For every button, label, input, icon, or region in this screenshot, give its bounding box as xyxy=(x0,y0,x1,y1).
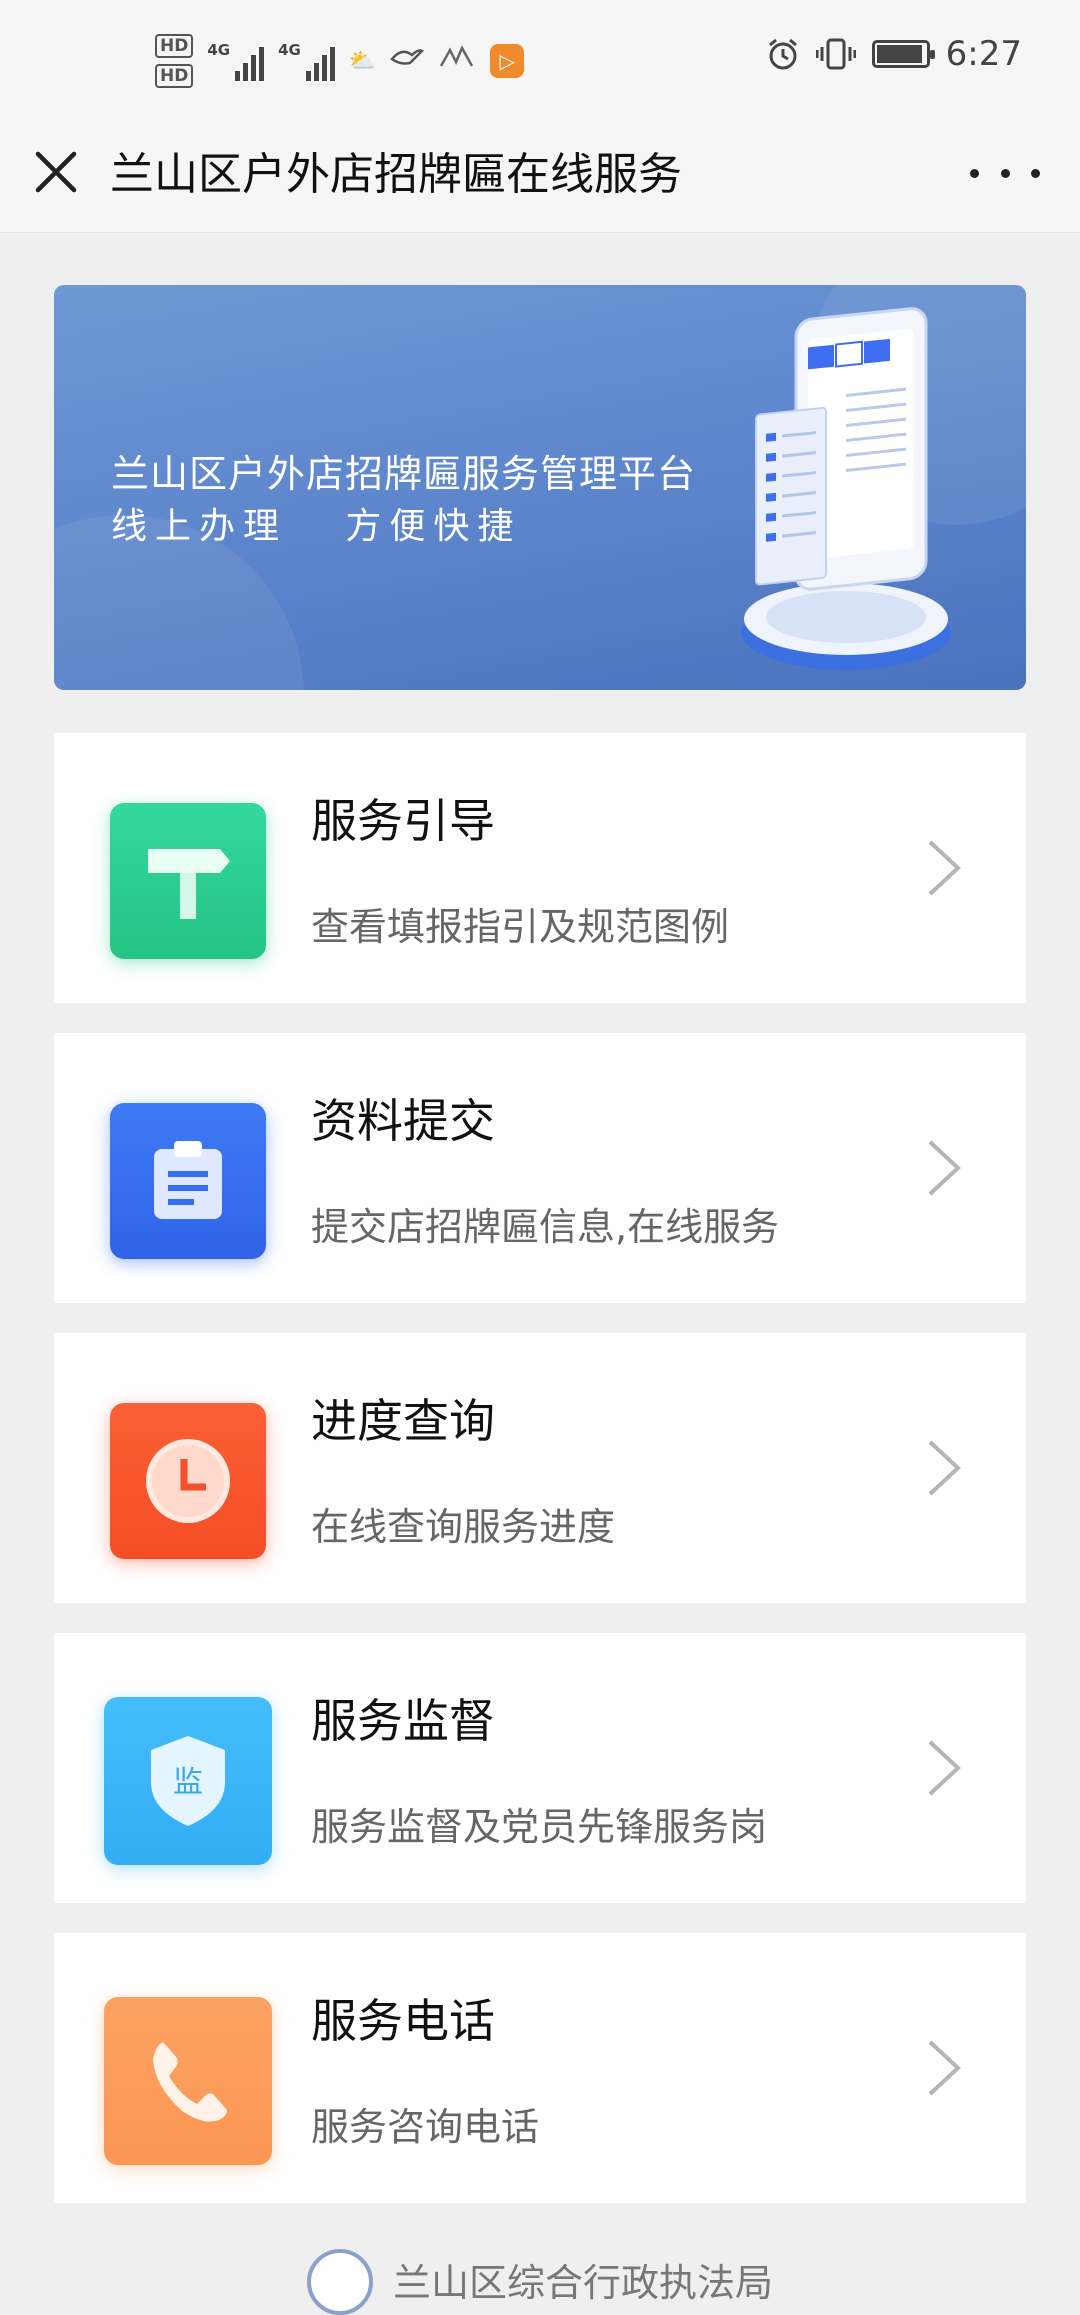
more-dot xyxy=(1031,168,1040,178)
clock-icon xyxy=(110,1403,266,1559)
shield-label: 监 xyxy=(173,1765,203,1800)
signpost-icon xyxy=(110,803,266,959)
banner-subtitle: 线上办理 方便快捷 xyxy=(111,506,522,547)
hd2-label: HD xyxy=(155,64,194,88)
chevron-right-icon xyxy=(928,1440,961,1496)
menu-card-service-guide[interactable]: 服务引导 查看填报指引及规范图例 xyxy=(54,733,1026,1003)
signal-icon: 4G xyxy=(207,41,265,81)
org-emblem-icon xyxy=(306,2249,373,2315)
banner-title: 兰山区户外店招牌匾服务管理平台 xyxy=(111,452,697,496)
phone-icon xyxy=(104,1997,272,2165)
menu-title: 服务监督 xyxy=(311,1694,495,1748)
close-button[interactable] xyxy=(26,142,86,202)
net2-label: 4G xyxy=(278,41,301,59)
footer: 兰山区综合行政执法局 xyxy=(0,2249,1080,2315)
menu-card-document-submit[interactable]: 资料提交 提交店招牌匾信息,在线服务 xyxy=(54,1033,1026,1303)
banner: 兰山区户外店招牌匾服务管理平台 线上办理 方便快捷 xyxy=(54,285,1026,690)
menu-title: 进度查询 xyxy=(311,1394,495,1448)
menu-desc: 在线查询服务进度 xyxy=(311,1505,616,1549)
alarm-icon xyxy=(768,38,797,70)
hd1-label: HD xyxy=(155,34,194,58)
shield-icon: 监 xyxy=(104,1697,272,1865)
menu-card-service-phone[interactable]: 服务电话 服务咨询电话 xyxy=(54,1933,1026,2203)
more-button[interactable] xyxy=(970,148,1040,198)
phone-illustration xyxy=(741,307,951,670)
weather-icon: ⛅ xyxy=(348,48,377,74)
menu-title: 服务引导 xyxy=(311,794,495,848)
chevron-right-icon xyxy=(928,1740,961,1796)
org-name: 兰山区综合行政执法局 xyxy=(392,2261,773,2305)
chevron-right-icon xyxy=(928,1140,961,1196)
menu-desc: 服务监督及党员先锋服务岗 xyxy=(311,1805,768,1849)
clock-time: 6:27 xyxy=(945,34,1022,74)
status-right: 6:27 xyxy=(766,34,1022,74)
menu-desc: 查看填报指引及规范图例 xyxy=(311,905,730,949)
signal-icon: 4G xyxy=(278,41,335,81)
vibrate-icon xyxy=(815,38,856,70)
menu-desc: 服务咨询电话 xyxy=(311,2105,540,2149)
more-dot xyxy=(1000,168,1010,178)
menu-card-service-supervision[interactable]: 监 服务监督 服务监督及党员先锋服务岗 xyxy=(54,1633,1026,1903)
status-left: HD HD 4G 4G ⛅ ▷ xyxy=(155,26,525,96)
status-bar: HD HD 4G 4G ⛅ ▷ 6:27 xyxy=(0,0,1080,120)
nav-bar: 兰山区户外店招牌匾在线服务 xyxy=(0,120,1080,233)
hd-indicator: HD HD xyxy=(155,34,194,88)
more-dot xyxy=(970,168,979,178)
bird-icon xyxy=(390,45,425,77)
chevron-right-icon xyxy=(928,2040,961,2096)
close-icon xyxy=(35,151,77,193)
menu-title: 服务电话 xyxy=(311,1994,495,2048)
net1-label: 4G xyxy=(207,41,231,59)
battery-icon xyxy=(871,40,935,68)
menu-title: 资料提交 xyxy=(311,1094,495,1148)
video-app-icon: ▷ xyxy=(490,44,525,78)
menu-desc: 提交店招牌匾信息,在线服务 xyxy=(311,1205,780,1249)
study-app-icon xyxy=(438,44,476,78)
clipboard-icon xyxy=(110,1103,266,1259)
page-title: 兰山区户外店招牌匾在线服务 xyxy=(110,149,682,200)
menu-card-progress-query[interactable]: 进度查询 在线查询服务进度 xyxy=(54,1333,1026,1603)
chevron-right-icon xyxy=(928,840,961,896)
